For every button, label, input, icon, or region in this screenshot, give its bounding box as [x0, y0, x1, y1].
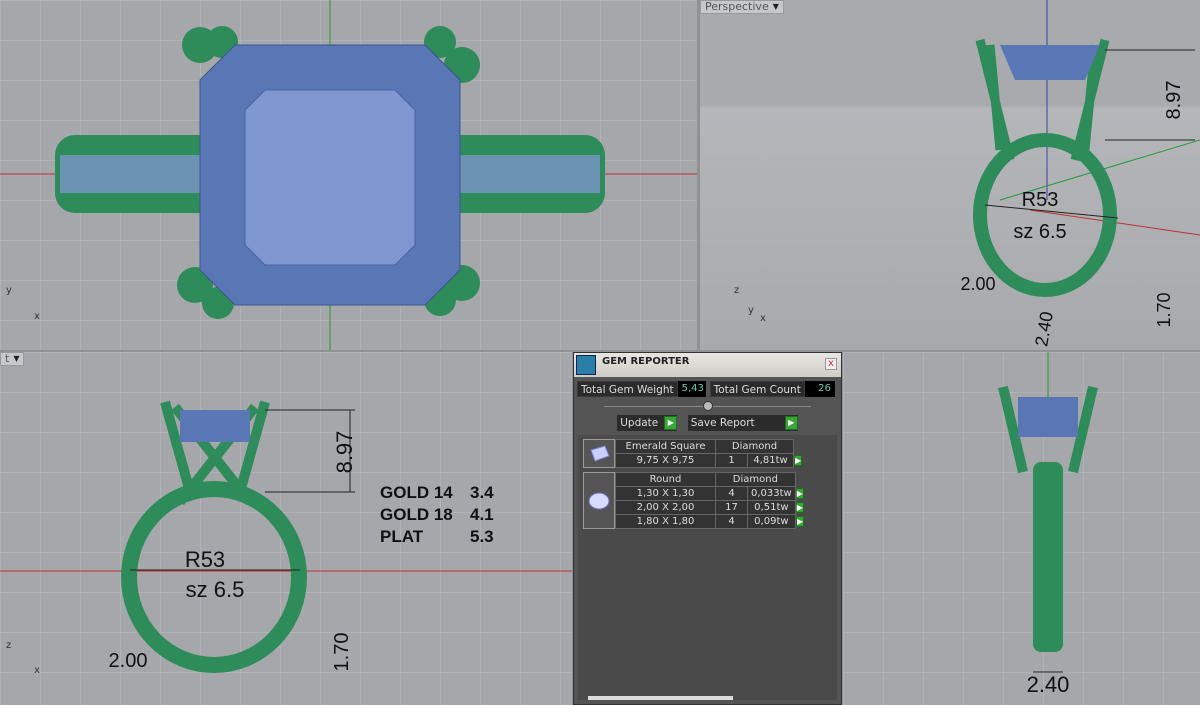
gem-material: Diamond	[715, 439, 794, 454]
dropdown-caret-icon: ▼	[772, 2, 779, 11]
axis-y-label: y	[748, 305, 754, 316]
gem-size: 1,30 X 1,30	[615, 486, 716, 501]
viewport-title: t	[5, 352, 10, 365]
viewport-title: Perspective	[705, 0, 769, 13]
play-arrow-icon: ▶	[664, 416, 678, 430]
gem-count: 17	[715, 500, 748, 515]
axis-z-label: z	[6, 640, 12, 651]
gem-group-emerald: Emerald Square Diamond 9,75 X 9,75 1 4,81tw…	[583, 439, 837, 468]
collapse-toggle[interactable]	[604, 399, 811, 413]
gem-weight: 0,51tw	[747, 500, 796, 515]
viewport-menu-front[interactable]: t ▼	[0, 352, 25, 366]
gem-size: 1,80 X 1,80	[615, 514, 716, 529]
dim-shank: 2.00	[109, 650, 148, 672]
dim-side: 1.70	[331, 633, 353, 672]
play-arrow-icon: ▶	[784, 416, 798, 430]
dim-side: 1.70	[1154, 292, 1174, 327]
round-gem-icon	[583, 472, 615, 529]
gem-reporter-panel: GEM REPORTER x Total Gem Weight 5,43 Tota…	[573, 352, 842, 705]
axis-x-label: x	[34, 311, 40, 322]
select-gem-button[interactable]: ▶	[795, 501, 804, 513]
metal-row: PLAT 5.3	[380, 526, 494, 548]
axis-y-label: y	[6, 285, 12, 296]
total-count-label: Total Gem Count	[709, 381, 805, 397]
gem-shape: Round	[615, 472, 716, 487]
metal-name: PLAT	[380, 527, 424, 546]
axis-x-label: x	[34, 665, 40, 676]
perspective-viewport[interactable]: 8.97 R53 sz 6.5 2.00 2.40 1.70 Perspecti…	[700, 0, 1200, 350]
horizontal-scrollbar[interactable]	[588, 696, 733, 700]
dim-bottom: 2.40	[1027, 672, 1070, 697]
close-icon[interactable]: x	[825, 358, 837, 370]
gem-list: Emerald Square Diamond 9,75 X 9,75 1 4,81tw…	[578, 435, 837, 700]
update-button[interactable]: Update ▶	[617, 415, 678, 431]
metal-weight: 3.4	[470, 483, 494, 502]
gem-size: 9,75 X 9,75	[615, 453, 716, 468]
gem-weight: 0,033tw	[747, 486, 796, 501]
total-weight-label: Total Gem Weight	[577, 381, 678, 397]
gem-weight: 0,09tw	[747, 514, 796, 529]
front-viewport[interactable]: 8.97 R53 sz 6.5 2.00 1.70 t ▼ GOLD 14 3.4 …	[0, 352, 572, 705]
metal-name: GOLD 18	[380, 505, 453, 524]
select-gem-button[interactable]: ▶	[794, 454, 803, 466]
select-gem-button[interactable]: ▶	[795, 515, 805, 527]
metal-weights-table: GOLD 14 3.4 GOLD 18 4.1 PLAT 5.3	[380, 482, 494, 548]
top-viewport[interactable]: y x	[0, 0, 697, 350]
dim-sz: sz 6.5	[186, 577, 245, 602]
gem-row: 1,80 X 1,80 4 0,09tw ▶	[615, 514, 805, 529]
axis-z-label: z	[734, 285, 740, 296]
dim-shank: 2.00	[960, 274, 995, 294]
emerald-gem-icon	[583, 439, 615, 468]
dim-ring-size: R53	[1022, 189, 1059, 211]
dim-ring-size: R53	[185, 547, 225, 572]
metal-row: GOLD 14 3.4	[380, 482, 494, 504]
metal-row: GOLD 18 4.1	[380, 504, 494, 526]
metal-weight: 4.1	[470, 505, 494, 524]
dim-bottom: 2.40	[1031, 310, 1057, 348]
gem-group-round: Round Diamond 1,30 X 1,30 4 0,033tw ▶ 2,00 X…	[583, 472, 837, 529]
gem-count: 4	[715, 486, 748, 501]
gem-row: 9,75 X 9,75 1 4,81tw ▶	[615, 453, 803, 468]
gem-weight: 4,81tw	[747, 453, 794, 468]
save-report-label: Save Report	[690, 417, 755, 429]
dim-height: 8.97	[1163, 81, 1185, 120]
axis-x-label: x	[760, 313, 766, 324]
gem-row: 1,30 X 1,30 4 0,033tw ▶	[615, 486, 805, 501]
dim-height: 8.97	[332, 431, 357, 474]
gem-count: 4	[715, 514, 748, 529]
gem-count: 1	[715, 453, 748, 468]
perspective-ring: 8.97 R53 sz 6.5 2.00 2.40 1.70	[960, 0, 1200, 348]
right-viewport[interactable]: 2.40	[843, 352, 1200, 705]
gem-shape: Emerald Square	[615, 439, 716, 454]
viewport-menu-perspective[interactable]: Perspective ▼	[700, 0, 784, 14]
collapse-knob-icon	[702, 401, 713, 411]
update-label: Update	[620, 417, 659, 429]
total-weight-value: 5,43	[677, 381, 706, 397]
gem-reporter-logo-icon	[576, 355, 596, 375]
top-view-ring	[0, 0, 697, 350]
gem-material: Diamond	[715, 472, 796, 487]
gem-row: 2,00 X 2,00 17 0,51tw ▶	[615, 500, 805, 515]
select-gem-button[interactable]: ▶	[795, 487, 804, 499]
gem-size: 2,00 X 2,00	[615, 500, 716, 515]
gem-reporter-titlebar[interactable]: GEM REPORTER x	[574, 353, 841, 377]
side-ring: 2.40	[998, 352, 1098, 697]
total-count-value: 26	[804, 381, 835, 397]
dim-sz: sz 6.5	[1013, 221, 1066, 243]
dropdown-caret-icon: ▼	[13, 354, 20, 363]
save-report-button[interactable]: Save Report ▶	[687, 415, 798, 431]
metal-weight: 5.3	[470, 527, 494, 546]
metal-name: GOLD 14	[380, 483, 453, 502]
panel-title: GEM REPORTER	[602, 356, 690, 367]
